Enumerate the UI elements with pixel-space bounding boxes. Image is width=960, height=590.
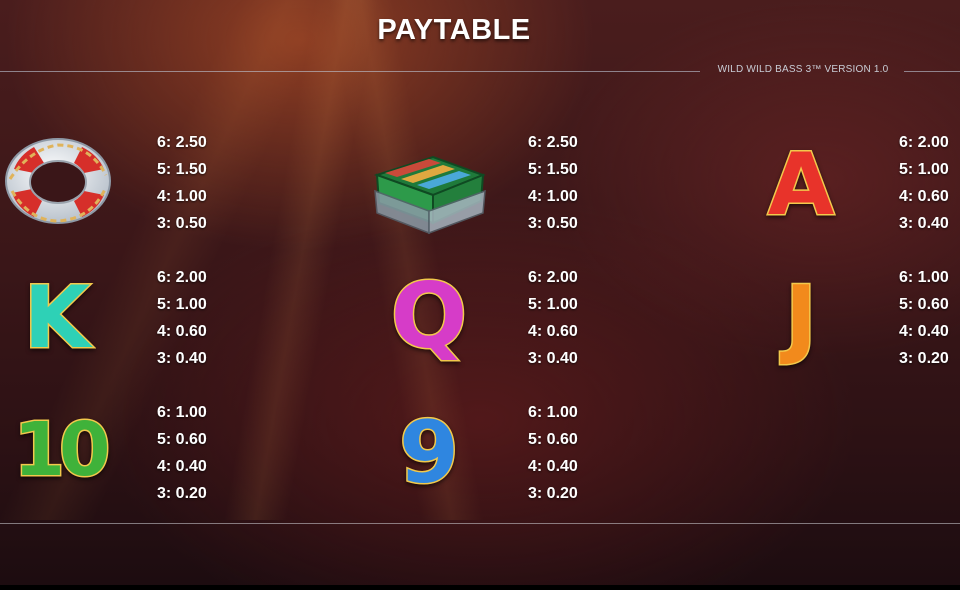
payout-4: 4: 0.60 xyxy=(528,323,578,340)
paytable-entry-10: 10 6: 1.00 5: 0.60 4: 0.40 3: 0.20 xyxy=(0,399,310,519)
letter-q-symbol: Q xyxy=(371,263,491,384)
payout-list: 6: 2.00 5: 1.00 4: 0.60 3: 0.40 xyxy=(528,264,578,372)
letter-k-glyph: K xyxy=(22,267,92,370)
paytable-entry-9: 9 6: 1.00 5: 0.60 4: 0.40 3: 0.20 xyxy=(371,399,681,519)
payout-4: 4: 0.60 xyxy=(899,188,949,205)
payout-4: 4: 1.00 xyxy=(528,188,578,205)
header-divider-left xyxy=(0,71,700,72)
payout-list: 6: 2.00 5: 1.00 4: 0.60 3: 0.40 xyxy=(157,264,207,372)
payout-6: 6: 1.00 xyxy=(899,269,949,286)
letter-q-glyph: Q xyxy=(389,263,469,371)
payout-4: 4: 0.40 xyxy=(157,458,207,475)
number-10-symbol: 10 xyxy=(0,399,120,519)
payout-4: 4: 1.00 xyxy=(157,188,207,205)
paytable-entry-tackle-box: 6: 2.50 5: 1.50 4: 1.00 3: 0.50 xyxy=(371,129,681,249)
letter-j-symbol: J xyxy=(742,264,862,384)
letter-a-glyph: A xyxy=(766,134,836,237)
payout-4: 4: 0.40 xyxy=(899,323,949,340)
payout-6: 6: 2.00 xyxy=(899,134,949,151)
number-9-glyph: 9 xyxy=(398,402,461,505)
tackle-box-icon xyxy=(371,129,491,249)
payout-list: 6: 2.00 5: 1.00 4: 0.60 3: 0.40 xyxy=(899,129,949,237)
payout-5: 5: 0.60 xyxy=(528,431,578,448)
payout-5: 5: 1.50 xyxy=(157,161,207,178)
payout-6: 6: 2.00 xyxy=(157,269,207,286)
payout-6: 6: 1.00 xyxy=(157,404,207,421)
number-10-glyph: 10 xyxy=(12,406,112,495)
payout-5: 5: 0.60 xyxy=(899,296,949,313)
payout-3: 3: 0.50 xyxy=(528,215,578,232)
payout-4: 4: 0.40 xyxy=(528,458,578,475)
payout-3: 3: 0.40 xyxy=(157,350,207,367)
payout-5: 5: 0.60 xyxy=(157,431,207,448)
payout-3: 3: 0.20 xyxy=(528,485,578,502)
payout-3: 3: 0.20 xyxy=(899,350,949,367)
page-title: PAYTABLE xyxy=(377,14,531,46)
payout-4: 4: 0.60 xyxy=(157,323,207,340)
payout-3: 3: 0.50 xyxy=(157,215,207,232)
paytable-entry-j: J 6: 1.00 5: 0.60 4: 0.40 3: 0.20 xyxy=(742,264,960,384)
payout-list: 6: 2.50 5: 1.50 4: 1.00 3: 0.50 xyxy=(157,129,207,237)
number-9-symbol: 9 xyxy=(371,399,491,519)
paytable-entry-k: K 6: 2.00 5: 1.00 4: 0.60 3: 0.40 xyxy=(0,264,310,384)
lifebuoy-icon xyxy=(0,129,120,249)
payout-6: 6: 2.50 xyxy=(528,134,578,151)
payout-list: 6: 1.00 5: 0.60 4: 0.40 3: 0.20 xyxy=(528,399,578,507)
paytable-entry-q: Q 6: 2.00 5: 1.00 4: 0.60 3: 0.40 xyxy=(371,263,681,384)
payout-5: 5: 1.00 xyxy=(899,161,949,178)
payout-list: 6: 1.00 5: 0.60 4: 0.40 3: 0.20 xyxy=(157,399,207,507)
paytable-entry-a: A 6: 2.00 5: 1.00 4: 0.60 3: 0.40 xyxy=(742,129,960,249)
payout-5: 5: 1.00 xyxy=(157,296,207,313)
payout-list: 6: 1.00 5: 0.60 4: 0.40 3: 0.20 xyxy=(899,264,949,372)
payout-6: 6: 1.00 xyxy=(528,404,578,421)
version-label: WILD WILD BASS 3™ VERSION 1.0 xyxy=(717,64,889,75)
bottom-bar xyxy=(0,585,960,590)
footer-divider xyxy=(0,523,960,524)
letter-a-symbol: A xyxy=(742,129,862,249)
paytable-entry-lifebuoy: 6: 2.50 5: 1.50 4: 1.00 3: 0.50 xyxy=(0,129,310,249)
payout-6: 6: 2.50 xyxy=(157,134,207,151)
payout-3: 3: 0.40 xyxy=(899,215,949,232)
payout-5: 5: 1.00 xyxy=(528,296,578,313)
letter-j-glyph: J xyxy=(784,267,819,370)
payout-3: 3: 0.20 xyxy=(157,485,207,502)
payout-list: 6: 2.50 5: 1.50 4: 1.00 3: 0.50 xyxy=(528,129,578,237)
payout-5: 5: 1.50 xyxy=(528,161,578,178)
payout-3: 3: 0.40 xyxy=(528,350,578,367)
header-divider-right xyxy=(904,71,960,72)
letter-k-symbol: K xyxy=(0,264,120,384)
payout-6: 6: 2.00 xyxy=(528,269,578,286)
